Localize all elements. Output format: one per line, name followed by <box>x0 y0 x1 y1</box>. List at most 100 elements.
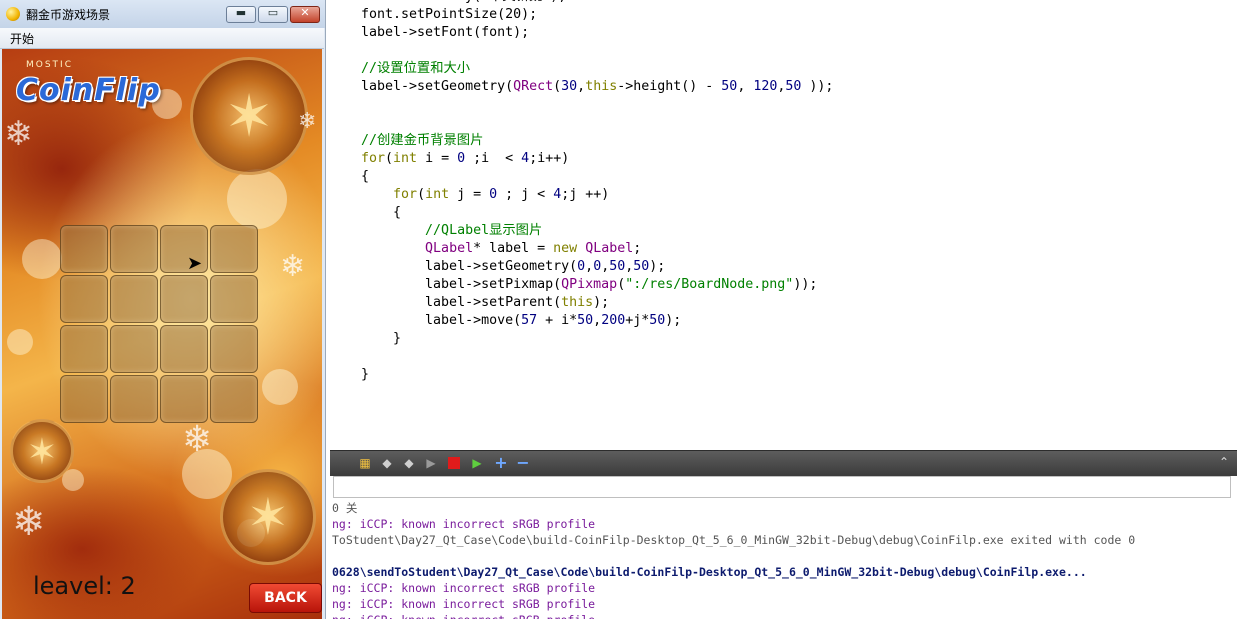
code-token: font.setPointSize(20); <box>361 7 538 22</box>
stop-icon[interactable] <box>448 457 460 469</box>
code-token: QPixmap <box>561 277 618 292</box>
board-cell[interactable] <box>160 275 208 323</box>
output-line: 0 关 <box>332 501 358 515</box>
code-token: label->setGeometry( <box>361 259 578 274</box>
code-editor[interactable]: font.setFamily("华文新魏"); font.setPointSize… <box>330 0 1237 450</box>
code-line: font.setPointSize(20); <box>361 6 833 24</box>
output-line: ng: iCCP: known incorrect sRGB profile <box>332 581 596 595</box>
board-grid <box>60 225 262 427</box>
code-token: ( <box>385 151 394 166</box>
ornament: ✶ <box>220 469 316 565</box>
output-filter-bar[interactable] <box>333 476 1231 498</box>
code-token: ); <box>593 295 610 310</box>
menu-bar: 开始 <box>0 28 324 49</box>
run-icon[interactable]: ▶ <box>424 456 438 470</box>
code-token: QLabel <box>425 241 474 256</box>
prev-icon[interactable]: ◆ <box>380 456 394 470</box>
code-line: } <box>361 330 833 348</box>
board-cell[interactable] <box>110 275 158 323</box>
build-icon[interactable]: ▦ <box>358 456 372 470</box>
code-token: label->setPixmap( <box>361 277 562 292</box>
mouse-cursor-icon: ➤ <box>187 253 203 274</box>
code-token: ; j < <box>497 187 554 202</box>
code-token: for <box>361 151 386 166</box>
board-cell[interactable] <box>110 325 158 373</box>
star-icon: ✶ <box>224 82 274 150</box>
code-token: //设置位置和大小 <box>361 61 471 76</box>
bokeh <box>22 239 62 279</box>
code-token: j = <box>449 187 490 202</box>
code-token: 50 <box>785 79 802 94</box>
code-token: } <box>361 331 402 346</box>
code-token: 50 <box>649 313 666 328</box>
next-icon[interactable]: ◆ <box>402 456 416 470</box>
board-cell[interactable] <box>210 225 258 273</box>
code-token: //QLabel显示图片 <box>425 223 543 238</box>
code-token: 0 <box>489 187 498 202</box>
board-cell[interactable] <box>110 225 158 273</box>
code-token: 0 <box>593 259 602 274</box>
code-token: )); <box>793 277 818 292</box>
zoom-out-icon[interactable]: − <box>516 455 530 471</box>
minimize-icon: ▬ <box>235 6 247 19</box>
game-scene: ✶ ✶ ✶ ❄ ❄ ❄ ❄ ❄ MOSTIC CoinFlip leavel: … <box>2 49 322 619</box>
maximize-button[interactable]: ▭ <box>258 6 288 23</box>
output-line: ng: iCCP: known incorrect sRGB profile <box>332 517 596 531</box>
code-token: , <box>737 79 754 94</box>
board-cell[interactable] <box>60 375 108 423</box>
game-window: 翻金币游戏场景 ▬ ▭ ✕ 开始 ✶ ✶ ✶ ❄ ❄ ❄ ❄ ❄ MOSTIC … <box>0 0 326 619</box>
board-cell[interactable] <box>160 325 208 373</box>
snowflake-icon: ❄ <box>298 109 317 134</box>
code-text[interactable]: font.setFamily("华文新魏"); font.setPointSize… <box>361 0 833 384</box>
zoom-in-icon[interactable]: + <box>494 455 508 471</box>
output-text: 0 关 ng: iCCP: known incorrect sRGB profil… <box>332 500 1135 619</box>
logo-tagline: MOSTIC <box>26 60 73 70</box>
code-token: ( <box>617 277 626 292</box>
code-token: +j* <box>625 313 650 328</box>
code-token: this <box>561 295 594 310</box>
code-line: label->setFont(font); <box>361 24 833 42</box>
board-cell[interactable] <box>210 375 258 423</box>
menu-start[interactable]: 开始 <box>10 30 34 47</box>
code-token: 0 <box>577 259 586 274</box>
code-token: * label = <box>473 241 554 256</box>
code-token: int <box>393 151 418 166</box>
output-toolbar: ▦ ◆ ◆ ▶ ▶ + − ⌃ <box>330 450 1237 477</box>
code-line: //QLabel显示图片 <box>361 222 833 240</box>
application-output[interactable]: 0 关 ng: iCCP: known incorrect sRGB profil… <box>330 476 1237 619</box>
code-token: QRect <box>513 79 554 94</box>
code-token: 200 <box>601 313 626 328</box>
code-token: i = <box>417 151 458 166</box>
back-button[interactable]: BACK <box>249 583 322 613</box>
chevron-up-icon[interactable]: ⌃ <box>1219 455 1229 469</box>
code-token: label->setFont(font); <box>361 25 530 40</box>
board-cell[interactable] <box>60 275 108 323</box>
code-token: )); <box>801 79 834 94</box>
code-line: label->setGeometry(0,0,50,50); <box>361 258 833 276</box>
code-token: 50 <box>577 313 594 328</box>
debug-run-icon[interactable]: ▶ <box>470 456 484 470</box>
code-token: ( <box>417 187 426 202</box>
board-cell[interactable] <box>160 375 208 423</box>
board-cell[interactable] <box>210 275 258 323</box>
code-line: label->setGeometry(QRect(30,this->height… <box>361 78 833 96</box>
close-button[interactable]: ✕ <box>290 6 320 23</box>
board-cell[interactable] <box>60 225 108 273</box>
board-cell[interactable] <box>210 325 258 373</box>
minimize-button[interactable]: ▬ <box>226 6 256 23</box>
board-cell[interactable] <box>110 375 158 423</box>
code-token: 120 <box>753 79 778 94</box>
code-token: for <box>393 187 418 202</box>
code-token: 50 <box>633 259 650 274</box>
snowflake-icon: ❄ <box>12 499 46 545</box>
board-cell[interactable] <box>60 325 108 373</box>
output-line: ng: iCCP: known incorrect sRGB profile <box>332 597 596 611</box>
code-line: { <box>361 168 833 186</box>
title-bar[interactable]: 翻金币游戏场景 ▬ ▭ ✕ <box>0 0 325 28</box>
code-line: { <box>361 204 833 222</box>
ornament: ✶ <box>10 419 74 483</box>
